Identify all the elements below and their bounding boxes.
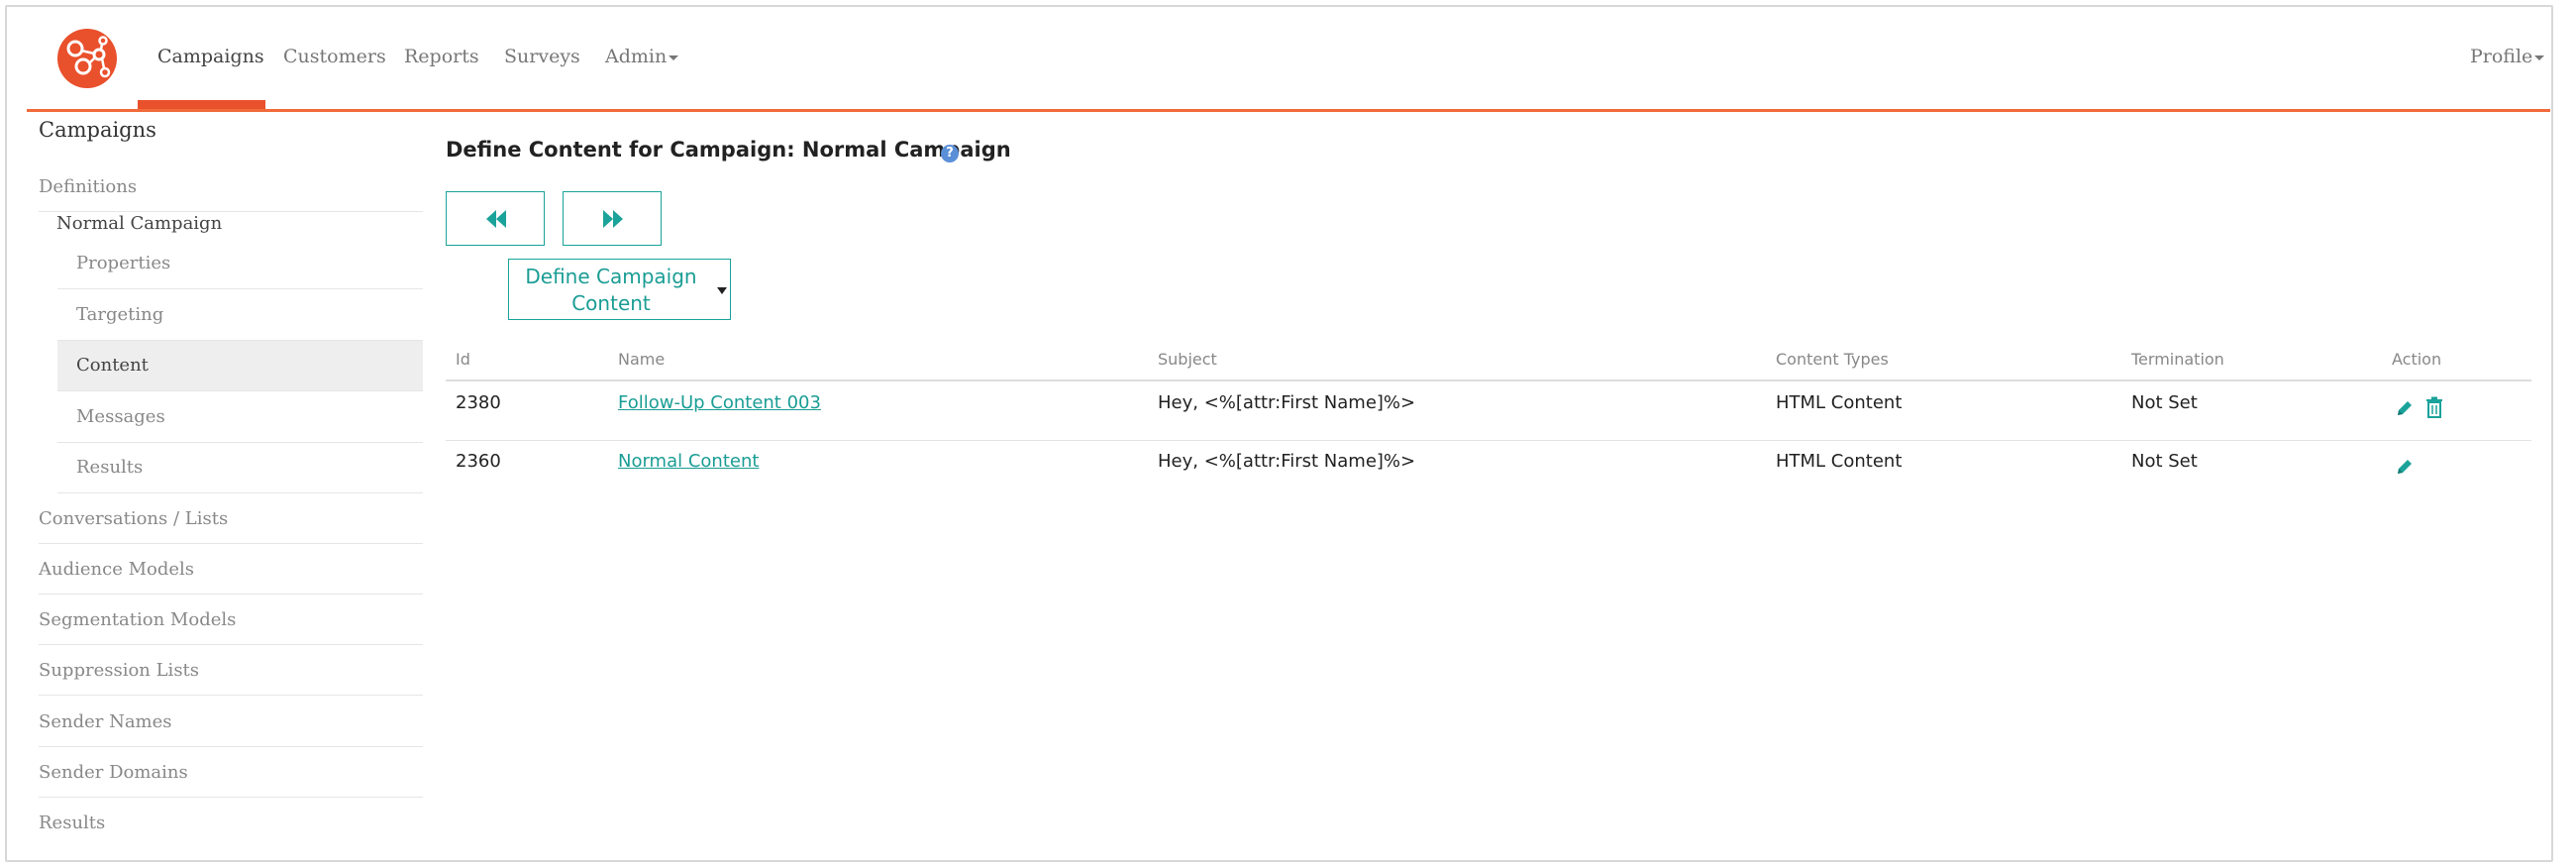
chevron-down-icon — [669, 54, 679, 60]
nav-active-indicator — [138, 100, 265, 109]
trash-icon[interactable] — [2425, 396, 2443, 422]
edit-icon[interactable] — [2395, 398, 2415, 422]
column-header-name: Name — [618, 350, 666, 369]
nav-campaigns[interactable]: Campaigns — [157, 43, 264, 70]
nav-profile[interactable]: Profile — [2470, 43, 2545, 70]
row-1-id: 2380 — [456, 392, 501, 413]
edit-icon[interactable] — [2395, 457, 2415, 481]
row-2-name-link[interactable]: Normal Content — [618, 451, 759, 472]
row-2-termination: Not Set — [2131, 451, 2198, 472]
row-1-name-link[interactable]: Follow-Up Content 003 — [618, 392, 821, 413]
sidebar-item-content[interactable]: Content — [57, 341, 423, 391]
next-step-button[interactable] — [563, 191, 662, 246]
sidebar-campaign-name[interactable]: Normal Campaign — [56, 213, 222, 234]
dropdown-label: Define Campaign Content — [525, 265, 697, 315]
sidebar-item-audience-models[interactable]: Audience Models — [39, 544, 423, 595]
top-navbar — [5, 5, 2553, 112]
nav-admin[interactable]: Admin — [605, 43, 679, 70]
brand-logo[interactable] — [57, 29, 117, 88]
row-1-subject: Hey, <%[attr:First Name]%> — [1158, 392, 1416, 413]
sidebar-item-properties[interactable]: Properties — [57, 239, 423, 289]
sidebar-item-sender-domains[interactable]: Sender Domains — [39, 747, 423, 798]
chevron-down-icon — [717, 287, 727, 294]
nav-reports[interactable]: Reports — [404, 43, 479, 70]
sidebar-item-targeting[interactable]: Targeting — [57, 290, 423, 341]
sidebar-item-suppression-lists[interactable]: Suppression Lists — [39, 645, 423, 696]
row-2-subject: Hey, <%[attr:First Name]%> — [1158, 451, 1416, 472]
chevron-down-icon — [2534, 54, 2545, 60]
sidebar-item-results[interactable]: Results — [39, 798, 423, 848]
row-1-termination: Not Set — [2131, 392, 2198, 413]
double-chevron-right-icon — [603, 210, 623, 228]
row-2-id: 2360 — [456, 451, 501, 472]
row-divider — [446, 440, 2531, 441]
nav-customers[interactable]: Customers — [283, 43, 386, 70]
sidebar-item-definitions[interactable]: Definitions — [39, 162, 423, 212]
double-chevron-left-icon — [486, 210, 506, 228]
previous-step-button[interactable] — [446, 191, 545, 246]
row-2-content-types: HTML Content — [1776, 451, 1903, 472]
table-header-divider — [446, 379, 2531, 381]
sidebar-item-messages[interactable]: Messages — [57, 392, 423, 443]
info-icon[interactable]: ? — [941, 145, 959, 163]
column-header-content-types: Content Types — [1776, 350, 1889, 369]
nav-admin-label: Admin — [605, 46, 668, 67]
column-header-subject: Subject — [1158, 350, 1217, 369]
sidebar-item-results-sub[interactable]: Results — [57, 443, 423, 493]
nav-profile-label: Profile — [2470, 46, 2533, 67]
column-header-id: Id — [456, 350, 470, 369]
nav-surveys[interactable]: Surveys — [504, 43, 580, 70]
column-header-action: Action — [2392, 350, 2442, 369]
column-header-termination: Termination — [2131, 350, 2224, 369]
sidebar-title: Campaigns — [39, 118, 156, 142]
sidebar-item-sender-names[interactable]: Sender Names — [39, 697, 423, 747]
page-title: Define Content for Campaign: Normal Camp… — [446, 138, 1011, 162]
sidebar-item-segmentation-models[interactable]: Segmentation Models — [39, 595, 423, 645]
define-campaign-content-dropdown[interactable]: Define Campaign Content — [508, 259, 731, 320]
row-1-content-types: HTML Content — [1776, 392, 1903, 413]
sidebar-item-conversations[interactable]: Conversations / Lists — [39, 493, 423, 544]
navbar-divider — [27, 109, 2550, 112]
